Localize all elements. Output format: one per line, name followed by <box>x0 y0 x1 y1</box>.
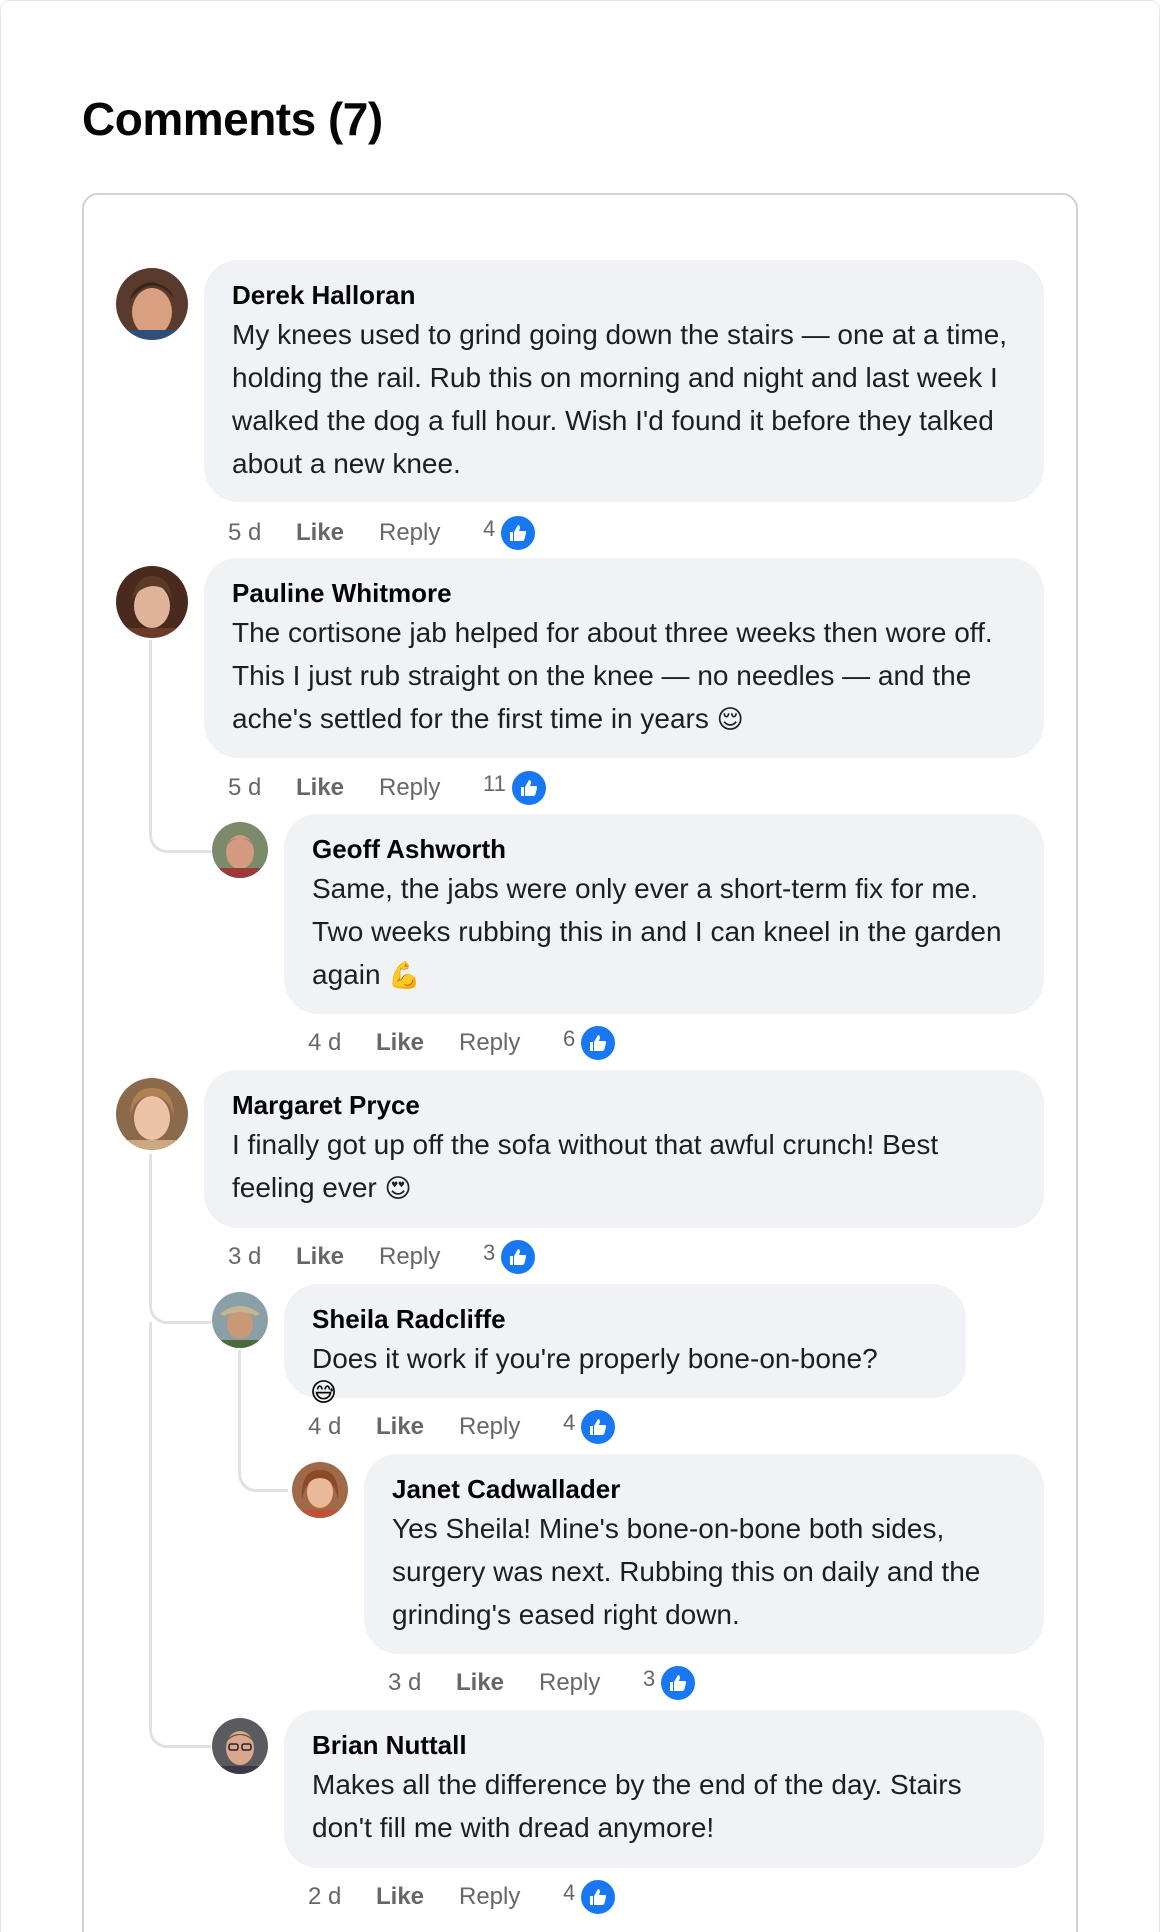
reaction-count[interactable]: 4 <box>563 1400 621 1446</box>
comment-author[interactable]: Sheila Radcliffe <box>312 1304 938 1334</box>
comment-bubble: Janet Cadwallader Yes Sheila! Mine's bon… <box>364 1454 1044 1654</box>
avatar[interactable] <box>292 1462 348 1518</box>
comment-author[interactable]: Janet Cadwallader <box>392 1474 1016 1504</box>
comment-text: I finally got up off the sofa without th… <box>232 1129 939 1204</box>
comment-text: Same, the jabs were only ever a short-te… <box>312 873 1002 991</box>
avatar[interactable] <box>116 268 188 340</box>
comment-time[interactable]: 4 d <box>308 1029 376 1057</box>
comment-time[interactable]: 2 d <box>308 1883 376 1911</box>
comment-text: Yes Sheila! Mine's bone-on-bone both sid… <box>392 1513 981 1630</box>
avatar[interactable] <box>212 822 268 878</box>
comment-actions: 5 d Like Reply 11 <box>228 768 552 808</box>
comment-text: My knees used to grind going down the st… <box>232 319 1008 479</box>
thumbs-up-icon <box>579 1878 618 1916</box>
comment-author[interactable]: Brian Nuttall <box>312 1730 1016 1760</box>
comment-bubble: Margaret Pryce I finally got up off the … <box>204 1070 1044 1228</box>
reply-button[interactable]: Reply <box>459 1029 563 1057</box>
reaction-count[interactable]: 6 <box>563 1016 621 1062</box>
thumbs-up-icon <box>579 1024 618 1062</box>
reaction-count[interactable]: 3 <box>643 1656 701 1702</box>
comment-bubble: Sheila Radcliffe Does it work if you're … <box>284 1284 966 1398</box>
comment-author[interactable]: Pauline Whitmore <box>232 578 1016 608</box>
avatar[interactable] <box>116 566 188 638</box>
comment-time[interactable]: 5 d <box>228 774 296 802</box>
comment-text: Makes all the difference by the end of t… <box>312 1769 962 1843</box>
like-button[interactable]: Like <box>296 1243 379 1271</box>
comment-time[interactable]: 3 d <box>388 1669 456 1697</box>
comment-actions: 4 d Like Reply 4 <box>308 1407 621 1447</box>
avatar[interactable] <box>116 1078 188 1150</box>
reply-button[interactable]: Reply <box>539 1669 643 1697</box>
comments-heading: Comments (7) <box>82 93 383 145</box>
comment-bubble: Derek Halloran My knees used to grind go… <box>204 260 1044 502</box>
comment-time[interactable]: 3 d <box>228 1243 296 1271</box>
comment-author[interactable]: Geoff Ashworth <box>312 834 1016 864</box>
thumbs-up-icon <box>579 1408 618 1446</box>
comment-bubble: Brian Nuttall Makes all the difference b… <box>284 1710 1044 1868</box>
flexed-biceps-icon: 💪 <box>388 961 421 991</box>
comment-text: The cortisone jab helped for about three… <box>232 617 993 735</box>
comment-text: Does it work if you're properly bone-on-… <box>312 1343 878 1374</box>
reply-button[interactable]: Reply <box>459 1413 563 1441</box>
avatar[interactable] <box>212 1292 268 1348</box>
relieved-face-icon: 😌 <box>716 705 744 735</box>
comment-time[interactable]: 5 d <box>228 519 296 547</box>
like-button[interactable]: Like <box>376 1883 459 1911</box>
like-button[interactable]: Like <box>296 774 379 802</box>
thumbs-up-icon <box>499 1238 538 1276</box>
avatar[interactable] <box>212 1718 268 1774</box>
comment-bubble: Pauline Whitmore The cortisone jab helpe… <box>204 558 1044 758</box>
like-button[interactable]: Like <box>376 1029 459 1057</box>
thumbs-up-icon <box>499 514 538 552</box>
thread-line <box>238 1350 288 1492</box>
like-button[interactable]: Like <box>296 519 379 547</box>
comment-actions: 4 d Like Reply 6 <box>308 1023 621 1063</box>
thread-line <box>149 1640 211 1748</box>
reaction-count[interactable]: 4 <box>483 506 541 552</box>
thumbs-up-icon <box>659 1664 698 1702</box>
comment-actions: 3 d Like Reply 3 <box>228 1237 541 1277</box>
reaction-count[interactable]: 4 <box>563 1870 621 1916</box>
heart-eyes-icon: 😍 <box>384 1174 412 1204</box>
comment-author[interactable]: Margaret Pryce <box>232 1090 1016 1120</box>
reply-button[interactable]: Reply <box>379 519 483 547</box>
thread-line <box>149 640 211 853</box>
reply-button[interactable]: Reply <box>379 1243 483 1271</box>
comment-bubble: Geoff Ashworth Same, the jabs were only … <box>284 814 1044 1014</box>
reply-button[interactable]: Reply <box>459 1883 563 1911</box>
reaction-count[interactable]: 3 <box>483 1230 541 1276</box>
like-button[interactable]: Like <box>456 1669 539 1697</box>
comment-author[interactable]: Derek Halloran <box>232 280 1016 310</box>
thumbs-up-icon <box>509 769 548 807</box>
comment-actions: 2 d Like Reply 4 <box>308 1877 621 1917</box>
comment-actions: 3 d Like Reply 3 <box>388 1663 701 1703</box>
sweat-smile-icon: 😅 <box>310 1378 338 1408</box>
comment-actions: 5 d Like Reply 4 <box>228 513 541 553</box>
reply-button[interactable]: Reply <box>379 774 483 802</box>
like-button[interactable]: Like <box>376 1413 459 1441</box>
comment-time[interactable]: 4 d <box>308 1413 376 1441</box>
reaction-count[interactable]: 11 <box>483 761 552 807</box>
thread-line <box>149 1154 211 1324</box>
